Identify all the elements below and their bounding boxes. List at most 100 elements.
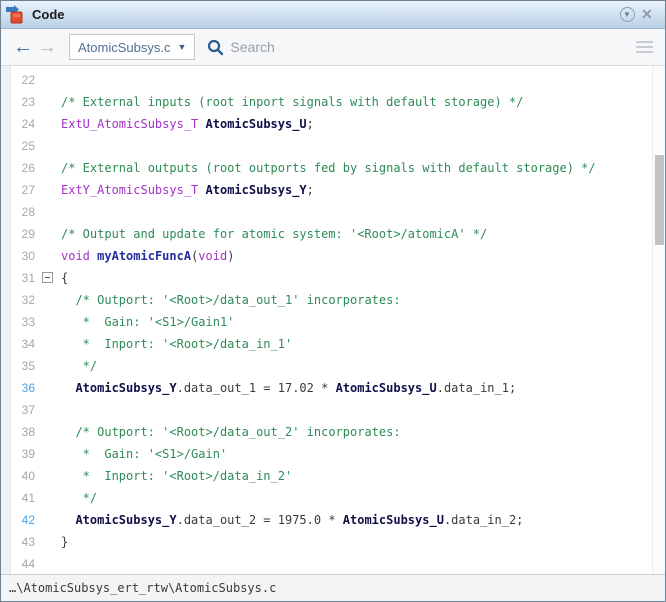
fold-column xyxy=(41,91,55,113)
forward-button[interactable]: → xyxy=(35,37,59,57)
code-line: 28 xyxy=(11,201,652,223)
code-text: * Gain: '<S1>/Gain1' xyxy=(75,315,235,329)
code-line: 44 xyxy=(11,553,652,574)
close-button[interactable]: ✕ xyxy=(637,5,657,25)
code-text: */ xyxy=(75,491,98,505)
code-text: AtomicSubsys_Y.data_out_1 = 17.02 * Atom… xyxy=(75,381,517,395)
line-number: 43 xyxy=(21,535,35,549)
code-line: 26 /* External outputs (root outports fed… xyxy=(11,157,652,179)
code-text: * Inport: '<Root>/data_in_1' xyxy=(75,337,293,351)
titlebar: Code ▼ ✕ xyxy=(1,1,665,29)
fold-column xyxy=(41,377,55,399)
fold-column xyxy=(41,179,55,201)
line-number: 36 xyxy=(21,381,35,395)
line-number: 39 xyxy=(21,447,35,461)
code-text: */ xyxy=(75,359,98,373)
vertical-scrollbar[interactable] xyxy=(652,66,665,574)
code-text: /* Outport: '<Root>/data_out_2' incorpor… xyxy=(75,425,401,439)
line-number: 22 xyxy=(21,73,35,87)
fold-column xyxy=(41,355,55,377)
line-number: 25 xyxy=(21,139,35,153)
line-number: 33 xyxy=(21,315,35,329)
toolbar: ← → AtomicSubsys.c ▼ xyxy=(1,29,665,66)
line-number: 44 xyxy=(21,557,35,571)
code-line: 39 * Gain: '<S1>/Gain' xyxy=(11,443,652,465)
fold-column xyxy=(41,245,55,267)
chevron-down-icon: ▼ xyxy=(177,42,187,52)
code-line: 33 * Gain: '<S1>/Gain1' xyxy=(11,311,652,333)
line-number: 32 xyxy=(21,293,35,307)
search-icon xyxy=(208,39,224,55)
code-line: 22 xyxy=(11,69,652,91)
fold-column xyxy=(41,223,55,245)
file-dropdown[interactable]: AtomicSubsys.c ▼ xyxy=(69,34,196,60)
code-line: 25 xyxy=(11,135,652,157)
code-text: } xyxy=(61,535,69,549)
dock-menu-button[interactable]: ▼ xyxy=(617,5,637,25)
code-line: 29 /* Output and update for atomic system… xyxy=(11,223,652,245)
file-path: …\AtomicSubsys_ert_rtw\AtomicSubsys.c xyxy=(9,581,277,595)
hamburger-menu-icon[interactable] xyxy=(633,39,655,55)
fold-column xyxy=(41,531,55,553)
code-line: 30 void myAtomicFuncA(void) xyxy=(11,245,652,267)
line-number: 38 xyxy=(21,425,35,439)
fold-column xyxy=(41,157,55,179)
code-text: void myAtomicFuncA(void) xyxy=(61,249,235,263)
code-line: 38 /* Outport: '<Root>/data_out_2' incor… xyxy=(11,421,652,443)
window-title: Code xyxy=(32,7,65,22)
code-text: * Gain: '<S1>/Gain' xyxy=(75,447,228,461)
code-line: 35 */ xyxy=(11,355,652,377)
fold-column xyxy=(41,553,55,574)
code-line: 34 * Inport: '<Root>/data_in_1' xyxy=(11,333,652,355)
fold-column xyxy=(41,267,55,289)
line-number: 42 xyxy=(21,513,35,527)
code-line: 36 AtomicSubsys_Y.data_out_1 = 17.02 * A… xyxy=(11,377,652,399)
line-number: 31 xyxy=(21,271,35,285)
line-number: 28 xyxy=(21,205,35,219)
line-number: 23 xyxy=(21,95,35,109)
scrollbar-thumb[interactable] xyxy=(655,155,664,245)
dock-menu-icon: ▼ xyxy=(619,7,635,22)
code-text: AtomicSubsys_Y.data_out_2 = 1975.0 * Ato… xyxy=(75,513,524,527)
search-box xyxy=(207,39,633,56)
code-editor: 22 23 /* External inputs (root inport sign… xyxy=(1,66,665,574)
fold-column xyxy=(41,421,55,443)
back-button[interactable]: ← xyxy=(11,37,35,57)
line-number: 41 xyxy=(21,491,35,505)
simulink-code-icon xyxy=(6,4,23,23)
fold-column xyxy=(41,399,55,421)
fold-column xyxy=(41,443,55,465)
code-text: { xyxy=(61,271,69,285)
code-window: Code ▼ ✕ ← → AtomicSubsys.c ▼ 22 23 /* Ext… xyxy=(0,0,666,602)
fold-column xyxy=(41,135,55,157)
search-input[interactable] xyxy=(230,39,633,55)
code-line: 37 xyxy=(11,399,652,421)
code-line: 27 ExtY_AtomicSubsys_T AtomicSubsys_Y; xyxy=(11,179,652,201)
fold-column xyxy=(41,509,55,531)
code-lines[interactable]: 22 23 /* External inputs (root inport sign… xyxy=(11,66,652,574)
code-text: /* Output and update for atomic system: … xyxy=(61,227,488,241)
code-text: /* External outputs (root outports fed b… xyxy=(61,161,596,175)
fold-column xyxy=(41,465,55,487)
line-number: 30 xyxy=(21,249,35,263)
code-text: /* External inputs (root inport signals … xyxy=(61,95,524,109)
line-number: 35 xyxy=(21,359,35,373)
statusbar: …\AtomicSubsys_ert_rtw\AtomicSubsys.c xyxy=(1,574,665,601)
file-dropdown-value: AtomicSubsys.c xyxy=(78,39,171,55)
code-line: 23 /* External inputs (root inport signal… xyxy=(11,91,652,113)
fold-column xyxy=(41,69,55,91)
line-number: 27 xyxy=(21,183,35,197)
fold-column xyxy=(41,487,55,509)
code-line: 32 /* Outport: '<Root>/data_out_1' incor… xyxy=(11,289,652,311)
code-line: 40 * Inport: '<Root>/data_in_2' xyxy=(11,465,652,487)
code-text: ExtU_AtomicSubsys_T AtomicSubsys_U; xyxy=(61,117,314,131)
line-number: 24 xyxy=(21,117,35,131)
fold-collapse-icon[interactable] xyxy=(42,272,53,283)
breakpoint-margin xyxy=(1,66,11,574)
code-text: * Inport: '<Root>/data_in_2' xyxy=(75,469,293,483)
